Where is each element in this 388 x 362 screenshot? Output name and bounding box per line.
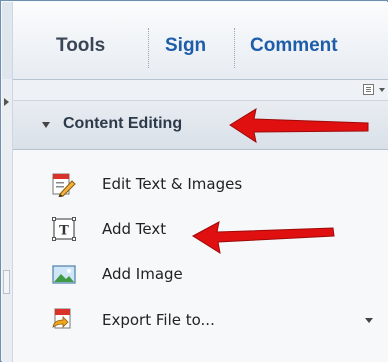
- item-label: Export File to...: [102, 311, 215, 329]
- export-file-icon: [52, 308, 71, 329]
- list-item-add-image[interactable]: Add Image: [13, 252, 388, 296]
- list-item-export-file[interactable]: Export File to...: [13, 298, 388, 342]
- task-toolbar: Tools Sign Comment: [13, 2, 388, 80]
- tab-tools[interactable]: Tools: [56, 35, 105, 57]
- add-image-icon: [52, 265, 76, 284]
- svg-text:T: T: [59, 224, 69, 239]
- item-label: Add Text: [102, 220, 167, 238]
- section-title: Content Editing: [63, 115, 183, 132]
- panel-options-icon[interactable]: [363, 84, 374, 95]
- list-item-edit-text-images[interactable]: Edit Text & Images: [13, 162, 388, 206]
- tab-comment[interactable]: Comment: [250, 35, 338, 57]
- tab-separator: [234, 28, 236, 68]
- app-window: Tools Sign Comment Content Editing Edit …: [0, 0, 388, 362]
- collapse-arrow-icon[interactable]: [4, 98, 9, 106]
- left-gutter: [2, 2, 13, 362]
- add-text-icon: T: [52, 217, 76, 241]
- chevron-down-icon[interactable]: [365, 318, 373, 323]
- splitter-grip[interactable]: [3, 270, 10, 294]
- tab-sign[interactable]: Sign: [165, 35, 206, 57]
- item-label: Edit Text & Images: [102, 175, 243, 193]
- tab-separator: [148, 28, 150, 68]
- item-label: Add Image: [102, 265, 183, 283]
- edit-text-images-icon: [52, 173, 76, 197]
- gutter-top: [2, 2, 12, 79]
- panel-header-strip: [13, 80, 388, 101]
- annotation-arrow-icon: [229, 107, 369, 144]
- expand-caret-icon[interactable]: [42, 122, 50, 128]
- chevron-down-icon[interactable]: [379, 88, 385, 92]
- annotation-arrow-icon: [192, 221, 335, 255]
